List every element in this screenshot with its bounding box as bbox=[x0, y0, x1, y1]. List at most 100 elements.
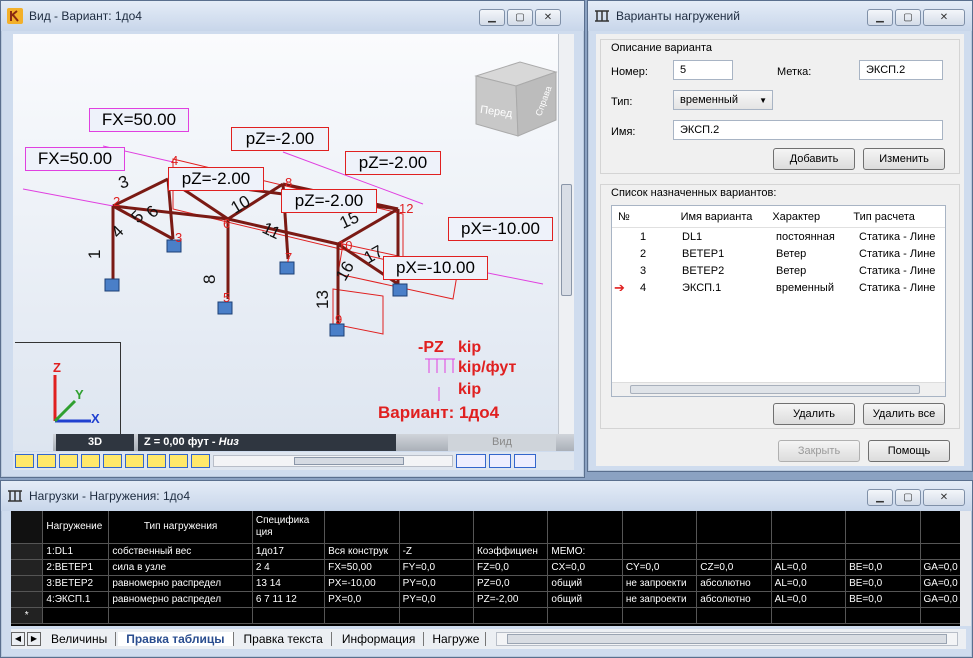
tab-edit-text[interactable]: Правка текста bbox=[236, 632, 332, 646]
close-button[interactable]: ✕ bbox=[923, 489, 965, 506]
svg-text:10: 10 bbox=[338, 238, 352, 253]
current-arrow-icon: ➔ bbox=[614, 279, 625, 295]
tab-prev-button[interactable]: ◀ bbox=[11, 632, 25, 646]
load-label: FX=50.00 bbox=[89, 108, 189, 132]
loads-vscroll[interactable] bbox=[960, 511, 971, 626]
view-button[interactable]: Вид bbox=[448, 434, 556, 451]
tool-icon[interactable] bbox=[191, 454, 210, 468]
view-cube[interactable]: Перед Справа bbox=[468, 54, 563, 139]
mark-label: Метка: bbox=[777, 66, 812, 78]
load-label: pX=-10.00 bbox=[383, 256, 488, 280]
delete-button[interactable]: Удалить bbox=[773, 403, 855, 425]
tabs-hscroll[interactable] bbox=[496, 632, 959, 646]
table-row[interactable]: 2:ВЕТЕР1 сила в узле 2 4 FX=50,00 FY=0,0 FZ=0… bbox=[11, 559, 961, 576]
list-item[interactable]: ➔ 4 ЭКСП.1 временный Статика - Лине bbox=[612, 279, 945, 296]
add-button[interactable]: Добавить bbox=[773, 148, 855, 170]
svg-text:8: 8 bbox=[285, 175, 292, 190]
legend-arrows-icon bbox=[425, 358, 455, 401]
variants-icon bbox=[594, 8, 610, 24]
view-title: Вид - Вариант: 1до4 bbox=[29, 9, 142, 23]
table-row[interactable]: 1:DL1 собственный вес 1до17 Вся конструк -Z К… bbox=[11, 543, 961, 560]
axis-x-label: X bbox=[91, 411, 100, 426]
grid-col-header[interactable]: Специфика ция bbox=[252, 511, 326, 544]
minimize-button[interactable]: ▁ bbox=[867, 9, 893, 26]
maximize-button[interactable]: ▢ bbox=[895, 9, 921, 26]
tab-info[interactable]: Информация bbox=[334, 632, 425, 646]
tool-icon[interactable] bbox=[169, 454, 188, 468]
list-item[interactable]: 1 DL1 постоянная Статика - Лине bbox=[612, 228, 945, 245]
tool-icon[interactable] bbox=[15, 454, 34, 468]
view-vscroll[interactable] bbox=[558, 34, 574, 434]
col-header[interactable]: № bbox=[612, 211, 673, 223]
tool-icon[interactable] bbox=[125, 454, 144, 468]
name-field[interactable]: ЭКСП.2 bbox=[673, 120, 943, 140]
list-hscroll[interactable] bbox=[612, 382, 945, 396]
svg-text:16: 16 bbox=[332, 258, 358, 284]
grid-col-header[interactable]: Тип нагружения bbox=[108, 511, 253, 544]
model-viewport[interactable]: 3 4 5 6 1 8 10 11 15 17 16 13 235 6 7 10 1… bbox=[13, 34, 574, 451]
hscroll[interactable] bbox=[213, 455, 453, 467]
legend-unit-1: kip bbox=[458, 339, 482, 356]
axes-triad: Z Y X bbox=[15, 342, 121, 434]
tool-icon[interactable] bbox=[103, 454, 122, 468]
tab-values[interactable]: Величины bbox=[43, 632, 117, 646]
tool-icon[interactable] bbox=[514, 454, 536, 468]
tool-icon[interactable] bbox=[456, 454, 486, 468]
close-button[interactable]: ✕ bbox=[923, 9, 965, 26]
load-label: pZ=-2.00 bbox=[345, 151, 441, 175]
type-label: Тип: bbox=[611, 96, 633, 108]
maximize-button[interactable]: ▢ bbox=[507, 9, 533, 26]
mark-field[interactable]: ЭКСП.2 bbox=[859, 60, 943, 80]
new-row[interactable]: * bbox=[11, 607, 961, 624]
svg-text:6: 6 bbox=[223, 216, 230, 231]
close-button[interactable]: ✕ bbox=[535, 9, 561, 26]
load-legend: -PZ kip kip/фут kip Вариант: 1до4 bbox=[378, 339, 528, 424]
grid-col-header[interactable]: Нагружение bbox=[42, 511, 110, 544]
svg-text:8: 8 bbox=[200, 275, 219, 284]
list-item[interactable]: 3 ВЕТЕР2 Ветер Статика - Лине bbox=[612, 262, 945, 279]
col-header[interactable]: Характер bbox=[766, 211, 847, 223]
tool-icon[interactable] bbox=[489, 454, 511, 468]
number-field[interactable]: 5 bbox=[673, 60, 733, 80]
minimize-button[interactable]: ▁ bbox=[867, 489, 893, 506]
tool-icon[interactable] bbox=[81, 454, 100, 468]
tool-icon[interactable] bbox=[37, 454, 56, 468]
tool-icon[interactable] bbox=[147, 454, 166, 468]
tool-icon[interactable] bbox=[59, 454, 78, 468]
close-dialog-button[interactable]: Закрыть bbox=[778, 440, 860, 462]
z-level[interactable]: Z = 0,00 фут - Низ bbox=[138, 434, 396, 451]
load-label: pZ=-2.00 bbox=[231, 127, 329, 151]
help-button[interactable]: Помощь bbox=[868, 440, 950, 462]
minimize-button[interactable]: ▁ bbox=[479, 9, 505, 26]
table-row[interactable]: 4:ЭКСП.1 равномерно распредел 6 7 11 12 PX=… bbox=[11, 591, 961, 608]
svg-text:13: 13 bbox=[313, 290, 332, 309]
maximize-button[interactable]: ▢ bbox=[895, 489, 921, 506]
list-header: № Имя варианта Характер Тип расчета bbox=[612, 206, 945, 228]
tab-edit-table[interactable]: Правка таблицы bbox=[118, 632, 234, 646]
list-group: Список назначенных вариантов: № Имя вари… bbox=[600, 184, 960, 429]
svg-text:7: 7 bbox=[285, 250, 292, 265]
axes-icon bbox=[53, 375, 91, 423]
view-window: Вид - Вариант: 1до4 ▁ ▢ ✕ 3 4 5 6 1 8 10… bbox=[0, 0, 585, 478]
change-button[interactable]: Изменить bbox=[863, 148, 945, 170]
table-row[interactable]: 3:ВЕТЕР2 равномерно распредел 13 14 PX=-10,… bbox=[11, 575, 961, 592]
loads-tabbar: ◀ ▶ Величины Правка таблицы Правка текст… bbox=[11, 629, 966, 649]
col-header[interactable]: Имя варианта bbox=[673, 211, 767, 223]
tab-next-button[interactable]: ▶ bbox=[27, 632, 41, 646]
axis-z-label: Z bbox=[53, 360, 61, 375]
variants-list[interactable]: № Имя варианта Характер Тип расчета 1 DL1… bbox=[611, 205, 946, 397]
loads-grid[interactable]: Нагружение Тип нагружения Специфика ция … bbox=[11, 511, 961, 626]
mode-label[interactable]: 3D bbox=[56, 434, 134, 451]
list-item[interactable]: 2 ВЕТЕР1 Ветер Статика - Лине bbox=[612, 245, 945, 262]
svg-text:9: 9 bbox=[335, 312, 342, 327]
col-header[interactable]: Тип расчета bbox=[847, 211, 945, 223]
loads-titlebar[interactable]: Нагрузки - Нагружения: 1до4 bbox=[1, 481, 972, 511]
svg-text:4: 4 bbox=[107, 222, 127, 242]
axis-y-label: Y bbox=[75, 387, 84, 402]
delete-all-button[interactable]: Удалить все bbox=[863, 403, 945, 425]
tab-loads[interactable]: Нагруже bbox=[426, 632, 487, 646]
load-label: pZ=-2.00 bbox=[281, 189, 377, 213]
type-select[interactable]: временный ▼ bbox=[673, 90, 773, 110]
list-group-label: Список назначенных вариантов: bbox=[611, 187, 777, 199]
grid-header-row: Нагружение Тип нагружения Специфика ция bbox=[11, 511, 961, 544]
